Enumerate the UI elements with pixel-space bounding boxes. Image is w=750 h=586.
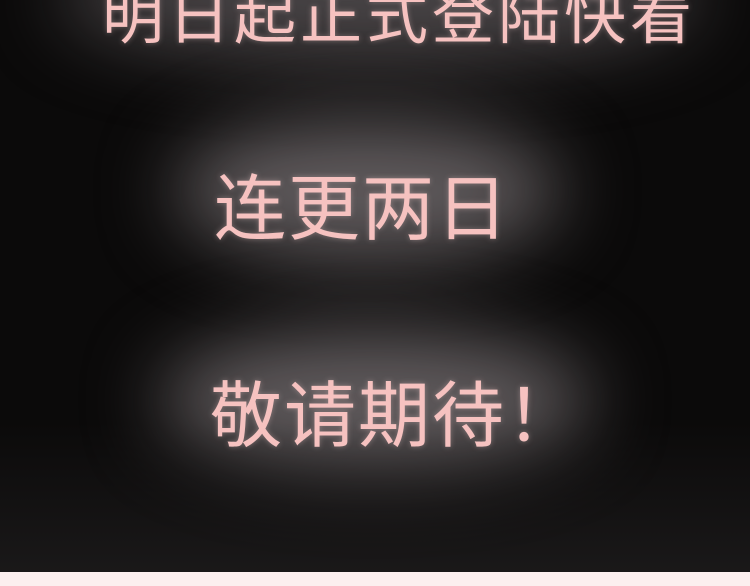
announcement-line-partial: 明日起正式登陆快看 — [102, 0, 697, 53]
announcement-line-stay-tuned: 敬请期待！ — [210, 374, 581, 458]
announcement-line-update-schedule: 连更两日 — [214, 167, 511, 251]
footer-strip — [0, 572, 750, 586]
comic-panel: 明日起正式登陆快看 连更两日 敬请期待！ — [0, 0, 750, 586]
